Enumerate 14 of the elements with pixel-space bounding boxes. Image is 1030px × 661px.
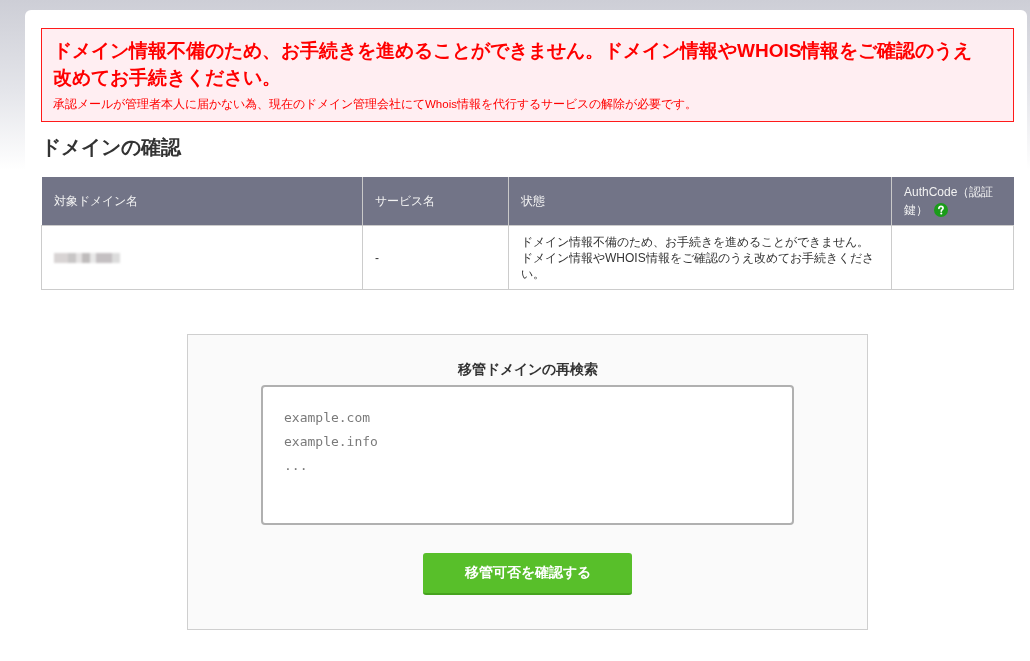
column-header: AuthCode（認証鍵）	[891, 177, 1014, 226]
check-transfer-button[interactable]: 移管可否を確認する	[423, 553, 632, 595]
column-header: サービス名	[362, 177, 509, 226]
blurred-text-placeholder	[54, 252, 120, 263]
column-header: 対象ドメイン名	[41, 177, 363, 226]
section-title: ドメインの確認	[41, 135, 183, 160]
alert-detail: 承認メールが管理者本人に届かない為、現在のドメイン管理会社にてWhois情報を代行するサービスの解除が必要です。	[53, 97, 698, 112]
table-cell: ドメイン情報不備のため、お手続きを進めることができません。ドメイン情報やWHOIS情報をご確認のうえ改めてお手続きください。	[508, 225, 892, 290]
alert-title: ドメイン情報不備のため、お手続きを進めることができません。ドメイン情報やWHOIS情報をご確認のうえ改めてお手続きください。	[53, 39, 974, 90]
table-cell: -	[362, 225, 509, 290]
search-title: 移管ドメインの再検索	[457, 360, 598, 379]
column-header: 状態	[508, 177, 892, 226]
help-icon[interactable]	[934, 203, 949, 217]
domain-input-field[interactable]: example.com example.info ...	[261, 385, 794, 525]
